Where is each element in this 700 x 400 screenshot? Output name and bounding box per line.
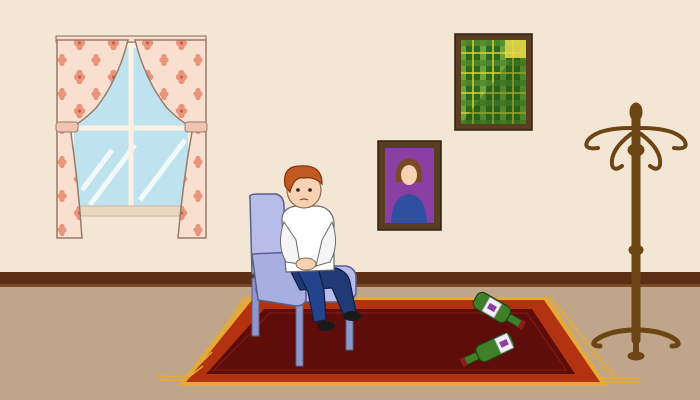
right-curtain-tie — [184, 121, 208, 133]
room-canvas — [0, 0, 700, 400]
left-curtain-tie — [55, 121, 79, 133]
game-scene — [0, 0, 700, 400]
abstract-painting[interactable] — [454, 33, 533, 131]
portrait-painting[interactable] — [377, 140, 442, 231]
